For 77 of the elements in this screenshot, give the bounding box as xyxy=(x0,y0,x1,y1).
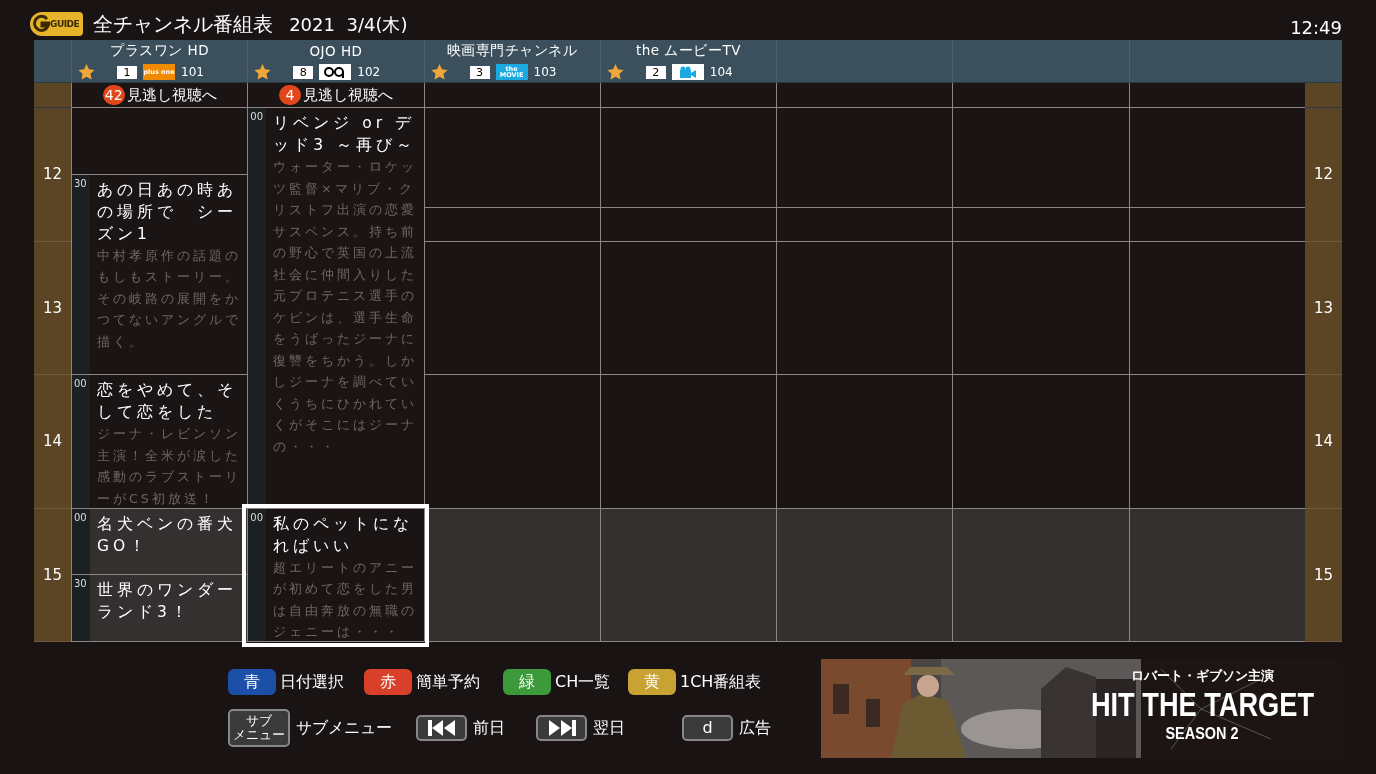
star-icon xyxy=(254,64,272,80)
hour-label: 13 xyxy=(1305,241,1342,375)
remote-number: 3 xyxy=(469,65,490,79)
page-title: 全チャンネル番組表 xyxy=(93,11,274,38)
time-column-corner xyxy=(1305,83,1342,108)
skip-back-icon xyxy=(425,719,458,737)
program-cell[interactable]: 00 名犬ベンの番犬GO！ xyxy=(71,508,248,576)
program-title: 恋をやめて、そして恋をした xyxy=(97,380,238,423)
channel-name[interactable]: プラスワン HD xyxy=(71,40,248,62)
hour-label: 15 xyxy=(1305,508,1342,642)
star-icon xyxy=(606,64,624,80)
key-label: 翌日 xyxy=(593,717,625,739)
program-cell[interactable]: 00 恋をやめて、そして恋をした ジーナ・レビンソン主演！全米が涙した感動のラブストーリーがCS初放送！ xyxy=(71,375,248,509)
header-corner xyxy=(1305,40,1342,83)
start-minute: 00 xyxy=(74,511,87,523)
channel-number: 102 xyxy=(357,65,381,79)
hour-label: 12 xyxy=(1305,108,1342,242)
channel-name[interactable]: OJO HD xyxy=(247,40,424,62)
ad-subtitle: SEASON 2 xyxy=(1165,723,1239,744)
program-description: ウォーター・ロケッツ監督×マリブ・クリストフ出演の恋愛サスペンス。持ち前の野心で英国の上流社会に仲間入りした元プロテニス選手のケビンは、選手生命をうばったジーナに復讐をちかう。しかしジーナを調べていくうちにひかれていくがそこにはジーナの・・・ xyxy=(273,158,419,456)
key-label: 広告 xyxy=(739,717,771,739)
key-label: 日付選択 xyxy=(280,671,344,693)
color-key[interactable]: 青 xyxy=(228,669,276,695)
program-description: ジーナ・レビンソン主演！全米が涙した感動のラブストーリーがCS初放送！ xyxy=(97,425,242,508)
program-title: 名犬ベンの番犬GO！ xyxy=(97,513,238,557)
clock: 12:49 xyxy=(1290,17,1342,38)
key-label: サブメニュー xyxy=(296,717,392,739)
previous-day-key[interactable] xyxy=(416,715,467,741)
time-column-corner xyxy=(34,83,71,108)
star-icon xyxy=(78,64,95,80)
start-minute: 30 xyxy=(74,578,87,590)
key-label: CH一覧 xyxy=(555,671,611,693)
program-title: 私のペットになればいい xyxy=(273,513,415,557)
start-minute: 00 xyxy=(74,378,87,389)
program-title: あの日あの時あの場所で シーズン1 xyxy=(97,179,238,245)
channel-number: 101 xyxy=(181,65,204,79)
hour-label: 15 xyxy=(34,508,71,642)
start-minute: 00 xyxy=(250,511,263,523)
remote-number: 2 xyxy=(645,65,666,79)
program-description: 中村孝原作の話題のもしもストーリー。その岐路の展開をかつてないアングルで描く。 xyxy=(97,246,242,351)
hour-label: 14 xyxy=(1305,375,1342,509)
count-badge: 4 xyxy=(278,85,301,105)
start-minute: 30 xyxy=(74,177,87,189)
ad-title: HIT THE TARGET xyxy=(1090,684,1314,724)
star-icon xyxy=(430,64,448,80)
program-cell[interactable]: 30 あの日あの時あの場所で シーズン1 中村孝原作の話題のもしもストーリー。その岐路の展開をかつてないアングルで描く。 xyxy=(71,174,248,375)
channel-name[interactable]: 映画専門チャンネル xyxy=(423,40,600,62)
next-day-key[interactable] xyxy=(536,715,587,741)
remote-number: 1 xyxy=(117,65,137,79)
guide-logo: GUIDE xyxy=(30,12,84,36)
color-key[interactable]: 緑 xyxy=(503,669,551,695)
start-minute: 00 xyxy=(250,111,263,122)
hour-label: 13 xyxy=(34,241,71,375)
remote-number: 8 xyxy=(293,65,314,79)
submenu-key[interactable]: サブ メニュー xyxy=(228,709,290,747)
catch-up-link[interactable]: 42 見逃し視聴へ xyxy=(71,83,248,108)
hour-label: 12 xyxy=(34,108,71,242)
ad-tagline: ロバート・ギブソン主演 xyxy=(1130,666,1274,685)
program-title: リベンジ or デッド3 ～再び～ xyxy=(273,113,418,156)
program-title: 世界のワンダーランド3！ xyxy=(97,580,238,624)
channel-number: 104 xyxy=(709,65,733,79)
ad-banner[interactable]: ロバート・ギブソン主演 HIT THE TARGET SEASON 2 xyxy=(821,658,1342,758)
camera-icon xyxy=(677,65,698,79)
key-label: 前日 xyxy=(473,717,505,739)
d-key[interactable]: d xyxy=(682,715,733,741)
color-key[interactable]: 赤 xyxy=(364,669,412,695)
catch-up-link[interactable]: 4 見逃し視聴へ xyxy=(247,83,424,108)
hour-label: 14 xyxy=(34,375,71,509)
program-cell[interactable]: 30 世界のワンダーランド3！ xyxy=(71,575,248,642)
channel-number: 103 xyxy=(533,65,557,79)
channel-name[interactable]: the ムービーTV xyxy=(599,40,777,62)
program-description: 超エリートのアニーが初めて恋をした男は自由奔放の無職のジェニーは・・・ xyxy=(273,558,419,641)
program-cell[interactable]: 00 リベンジ or デッド3 ～再び～ ウォーター・ロケッツ監督×マリブ・クリストフ出演の恋愛サスペンス。持ち前の野心で英国の上流社会に仲間入りした元プロテニス選手のケビンは、選手生命をうばったジーナに復讐をちかう。しかしジーナを調べていくうちにひかれていくがそこにはジーナの・・・ xyxy=(247,108,424,509)
key-label: 簡単予約 xyxy=(416,671,480,693)
count-badge: 42 xyxy=(102,85,125,105)
key-label: 1CH番組表 xyxy=(680,671,762,693)
date-text: 2021 3/4(木) xyxy=(289,13,408,37)
